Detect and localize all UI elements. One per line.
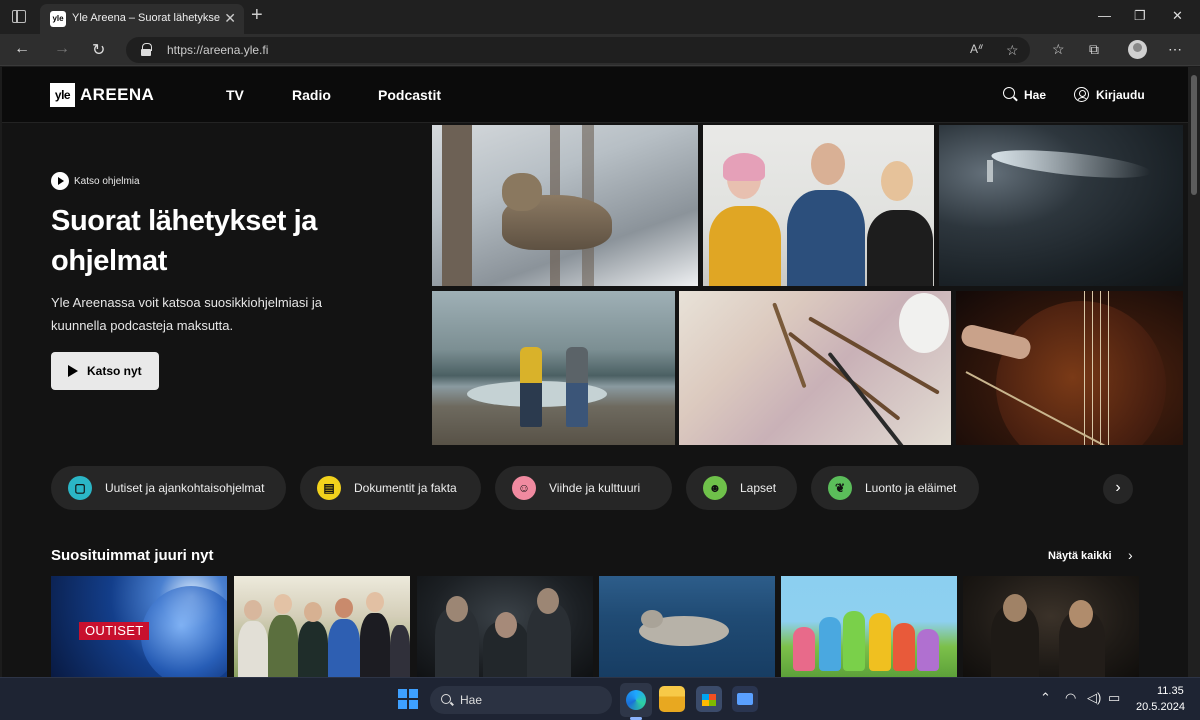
site-header: yle AREENA TV Radio Podcastit Hae Kirjau…	[2, 67, 1188, 123]
store-icon[interactable]	[696, 686, 722, 712]
browser-tab-strip: yle Yle Areena – Suorat lähetykset ja ✕ …	[0, 0, 1200, 34]
user-icon[interactable]	[1074, 87, 1089, 102]
show-all-link[interactable]: Näytä kaikki	[1048, 550, 1112, 562]
hero-description: Yle Areenassa voit katsoa suosikkiohjelm…	[51, 295, 322, 333]
section-title: Suosituimmat juuri nyt	[51, 547, 214, 564]
windows-start-icon[interactable]	[398, 689, 418, 709]
hero-image-hikers	[432, 291, 675, 445]
collections-icon[interactable]: ⧉	[1089, 41, 1099, 58]
hero-image-lighthouse	[939, 125, 1183, 286]
yle-favicon-icon: yle	[50, 11, 66, 27]
window-close-icon[interactable]: ✕	[1172, 8, 1183, 24]
areena-logo-text[interactable]: AREENA	[80, 85, 154, 105]
profile-icon[interactable]	[1128, 40, 1147, 59]
category-chip-entertainment[interactable]: ☺ Viihde ja kulttuuri	[495, 466, 672, 510]
page-scrollbar[interactable]	[1188, 67, 1200, 677]
forward-icon[interactable]: →	[54, 40, 70, 58]
chevron-right-icon[interactable]: ›	[1128, 547, 1133, 563]
chip-label: Lapset	[740, 481, 777, 495]
search-link[interactable]: Hae	[1024, 88, 1046, 102]
login-link[interactable]: Kirjaudu	[1096, 88, 1145, 102]
chip-label: Luonto ja eläimet	[865, 481, 957, 495]
address-bar[interactable]: https://areena.yle.fi Aᐥ ☆	[126, 37, 1030, 63]
clock-date[interactable]: 20.5.2024	[1136, 701, 1185, 713]
wifi-icon[interactable]: ◠	[1065, 690, 1076, 706]
news-badge: OUTISET	[79, 622, 150, 640]
yle-logo-box[interactable]: yle	[50, 83, 75, 107]
new-tab-icon[interactable]: +	[251, 4, 263, 27]
taskbar-search-placeholder: Hae	[460, 693, 483, 707]
more-icon[interactable]: ⋯	[1168, 41, 1182, 58]
refresh-icon[interactable]: ↻	[92, 40, 105, 60]
category-chip-nature[interactable]: ❦ Luonto ja eläimet	[811, 466, 979, 510]
hero-eyebrow: Katso ohjelmia	[74, 176, 140, 187]
lock-icon[interactable]	[141, 43, 152, 56]
hero-image-painting	[679, 291, 951, 445]
minimize-icon[interactable]: —	[1098, 8, 1111, 23]
chevron-right-icon[interactable]: ›	[1103, 474, 1133, 504]
program-card-seal[interactable]	[599, 576, 775, 677]
hero-image-hosts	[703, 125, 934, 286]
watch-now-button[interactable]: Katso nyt	[51, 352, 159, 390]
hero-title: Suorat lähetykset ja ohjelmat	[51, 205, 317, 277]
watch-now-label: Katso nyt	[87, 364, 142, 378]
favorites-icon[interactable]: ☆	[1052, 41, 1065, 58]
play-circle-icon	[51, 172, 69, 190]
chevron-up-icon[interactable]: ⌃	[1040, 690, 1051, 706]
program-card-group-photo[interactable]	[234, 576, 410, 677]
masks-icon: ☺	[512, 476, 536, 500]
web-page: yle AREENA TV Radio Podcastit Hae Kirjau…	[2, 67, 1188, 677]
read-aloud-icon[interactable]: Aᐥ	[970, 42, 984, 56]
search-icon[interactable]	[1003, 87, 1015, 99]
nav-link-podcasts[interactable]: Podcastit	[378, 87, 441, 103]
chip-label: Dokumentit ja fakta	[354, 481, 457, 495]
tab-close-icon[interactable]: ✕	[224, 10, 236, 27]
program-card-kids-cartoon[interactable]	[781, 576, 957, 677]
edge-app-icon[interactable]	[620, 683, 652, 717]
browser-tab-active[interactable]: yle Yle Areena – Suorat lähetykset ja ✕	[40, 4, 244, 34]
taskbar-search[interactable]: Hae	[430, 686, 612, 714]
sidebar-icon[interactable]	[12, 10, 26, 23]
back-icon[interactable]: ←	[14, 40, 30, 58]
battery-icon[interactable]: ▭	[1108, 690, 1120, 706]
chip-label: Uutiset ja ajankohtaisohjelmat	[105, 481, 265, 495]
program-card-drama[interactable]	[417, 576, 593, 677]
hero-image-lynx	[432, 125, 698, 286]
kids-icon: ☻	[703, 476, 727, 500]
url-text[interactable]: https://areena.yle.fi	[167, 43, 268, 57]
scrollbar-thumb[interactable]	[1191, 75, 1197, 195]
clock-time[interactable]: 11.35	[1157, 685, 1184, 697]
news-icon: ▢	[68, 476, 92, 500]
nav-link-radio[interactable]: Radio	[292, 87, 331, 103]
search-icon	[441, 694, 451, 704]
favorite-star-icon[interactable]: ☆	[1006, 42, 1019, 59]
chip-label: Viihde ja kulttuuri	[549, 481, 641, 495]
volume-icon[interactable]: ◁)	[1087, 690, 1101, 706]
play-icon	[68, 365, 78, 377]
category-chip-kids[interactable]: ☻ Lapset	[686, 466, 797, 510]
windows-taskbar: Hae ⌃ ◠ ◁) ▭ 11.35 20.5.2024	[0, 677, 1200, 720]
file-explorer-icon[interactable]	[659, 686, 685, 712]
category-chip-news[interactable]: ▢ Uutiset ja ajankohtaisohjelmat	[51, 466, 286, 510]
maximize-icon[interactable]: ❐	[1134, 8, 1146, 24]
program-card-crime[interactable]	[963, 576, 1139, 677]
browser-toolbar: ← → ↻ https://areena.yle.fi Aᐥ ☆ ☆ ⧉ ⋯	[0, 34, 1200, 66]
category-chip-documentaries[interactable]: ▤ Dokumentit ja fakta	[300, 466, 481, 510]
nav-link-tv[interactable]: TV	[226, 87, 244, 103]
hero-image-cello	[956, 291, 1183, 445]
leaf-icon: ❦	[828, 476, 852, 500]
program-card-news[interactable]: OUTISET	[51, 576, 227, 677]
tab-title: Yle Areena – Suorat lähetykset ja	[72, 12, 220, 24]
remote-desktop-icon[interactable]	[732, 686, 758, 712]
document-icon: ▤	[317, 476, 341, 500]
